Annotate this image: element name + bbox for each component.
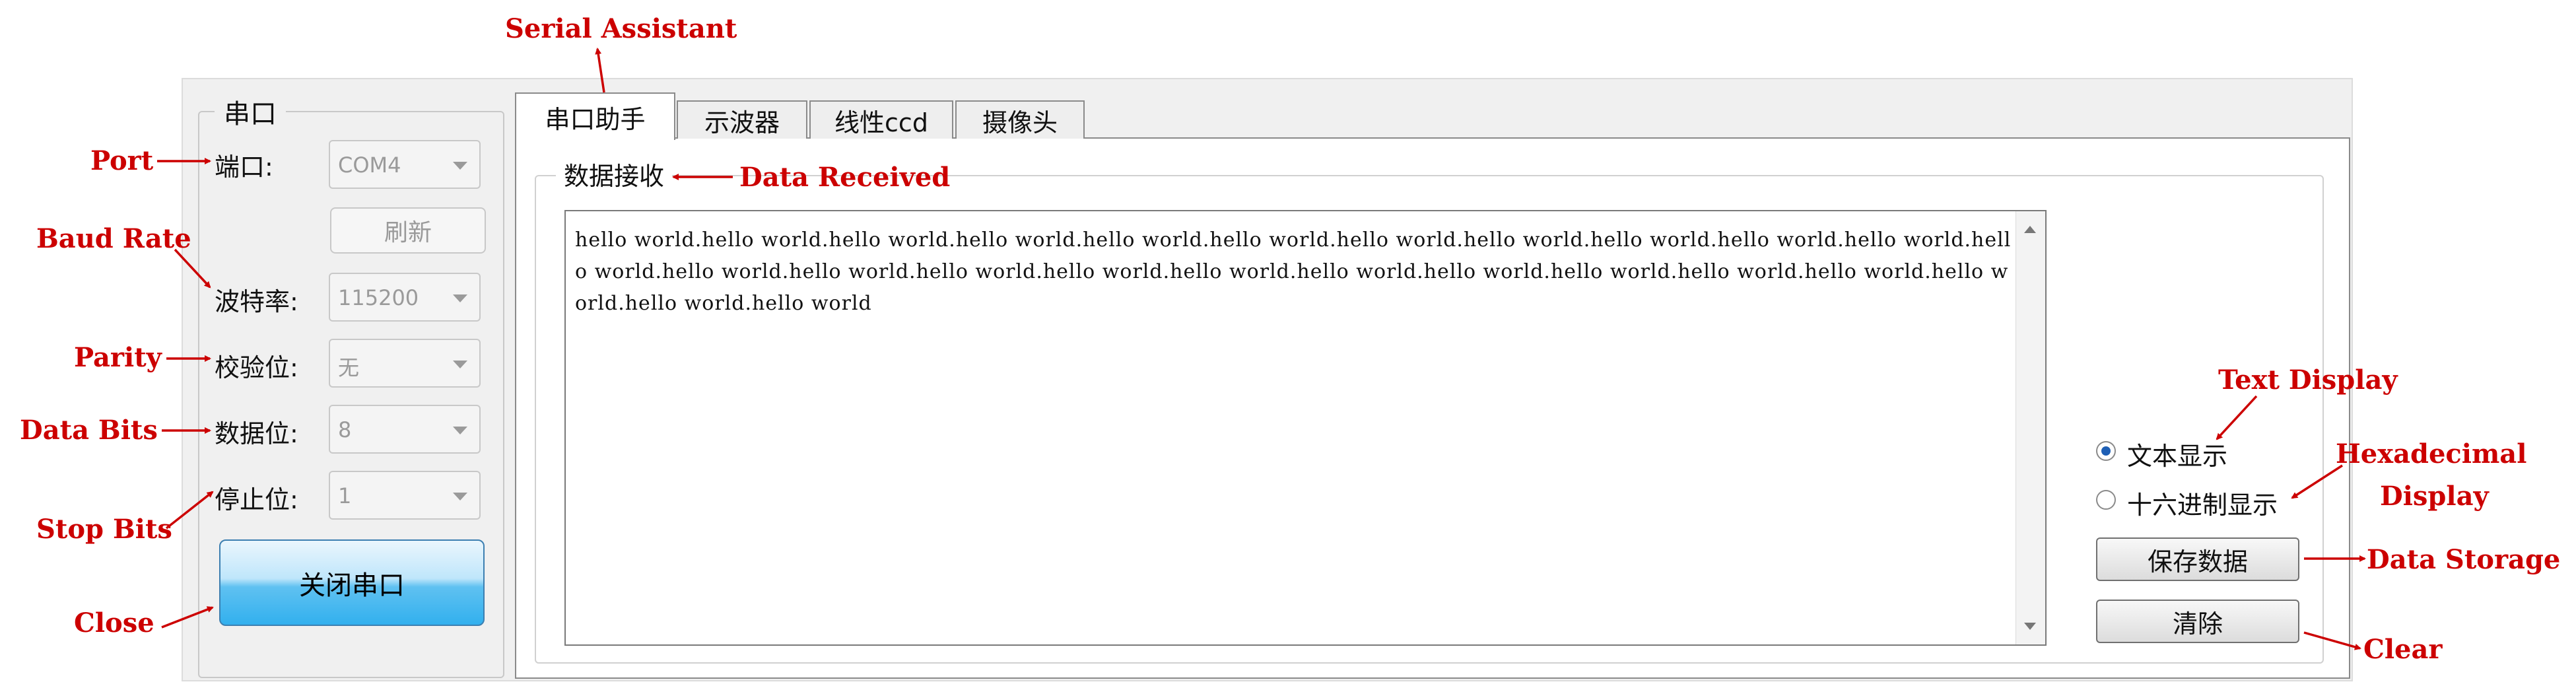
arrow-text-display	[2216, 395, 2258, 440]
arrow-close	[161, 606, 214, 629]
arrow-hex-display	[2291, 464, 2343, 499]
arrow-clear	[2303, 631, 2361, 650]
arrow-stop-bits	[165, 491, 214, 530]
annotation-arrows	[157, 48, 2366, 650]
arrow-serial-assistant	[595, 48, 605, 93]
arrow-baud-rate	[174, 248, 211, 289]
